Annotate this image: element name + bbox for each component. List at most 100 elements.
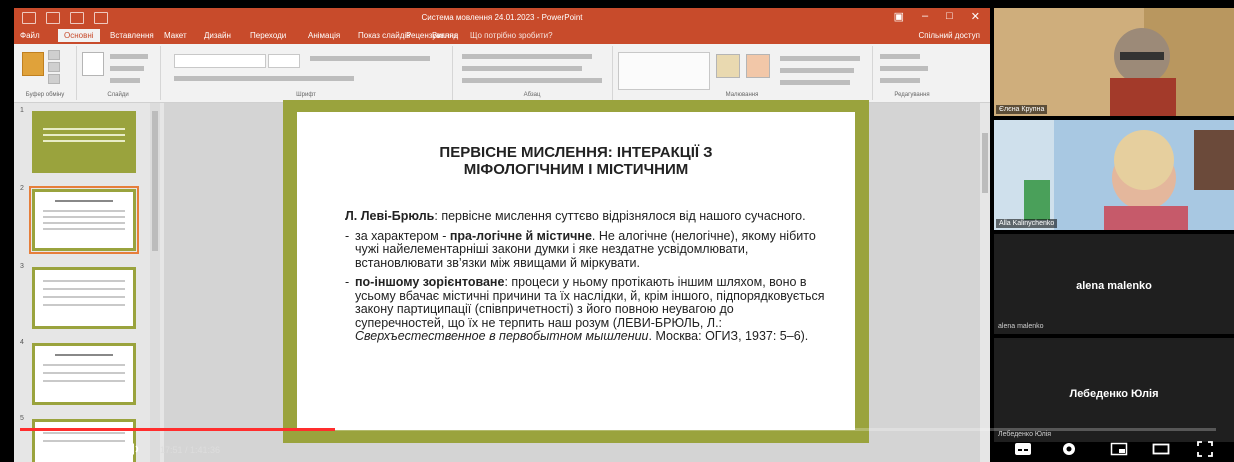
thumbnail-pane: 1 2 3 4 5	[14, 103, 162, 462]
intro-paragraph: Л. Леві-Брюль: первісне мислення суттєво…	[345, 209, 825, 224]
participant-name: alena malenko	[1076, 280, 1152, 292]
miniplayer-icon[interactable]	[1110, 440, 1128, 458]
bullet-prefix: за характером -	[355, 228, 450, 243]
select-button[interactable]	[880, 78, 920, 83]
participant-tile[interactable]: Лебеденко Юлія Лебеденко Юлія	[994, 338, 1234, 442]
close-icon[interactable]: ✕	[971, 10, 980, 23]
slide-body: Л. Леві-Брюль: первісне мислення суттєво…	[345, 209, 825, 347]
title-line: МІФОЛОГІЧНИМ І МІСТИЧНИМ	[463, 161, 689, 178]
group-slides: Слайди	[76, 46, 161, 100]
ribbon: Буфер обміну Слайди Шрифт Абзац Малюванн…	[14, 44, 990, 103]
volume-icon[interactable]	[124, 440, 142, 458]
quick-styles-icon[interactable]	[746, 54, 770, 78]
tab-home[interactable]: Основні	[58, 29, 100, 42]
progress-bar[interactable]	[20, 428, 1216, 431]
title-bar: Cистема мовлення 24.01.2023 - PowerPoint…	[14, 8, 990, 28]
participant-tile[interactable]: Єлєна Крупна	[994, 8, 1234, 116]
scrollbar-handle[interactable]	[982, 133, 988, 193]
shape-outline-menu[interactable]	[780, 68, 854, 73]
current-slide[interactable]: ПЕРВІСНЕ МИСЛЕННЯ: ІНТЕРАКЦІЇ З МІФОЛОГІ…	[283, 100, 869, 443]
tab-insert[interactable]: Вставлення	[110, 31, 154, 40]
shape-effects-menu[interactable]	[780, 80, 850, 85]
font-extra-buttons[interactable]	[310, 56, 430, 61]
thumbnail-line	[43, 216, 125, 218]
section-menu[interactable]	[110, 78, 140, 83]
group-label: Шрифт	[296, 92, 316, 98]
slide-thumbnail[interactable]	[32, 111, 136, 173]
tab-view[interactable]: Вигляд	[432, 31, 458, 40]
participant-tile[interactable]: Alla Kalinychenko	[994, 120, 1234, 230]
tab-design[interactable]: Дизайн	[204, 31, 231, 40]
thumbnail-line	[43, 364, 125, 366]
bullet-bold: по-іншому зорієнтоване	[355, 275, 505, 289]
format-painter-icon[interactable]	[48, 74, 60, 84]
reset-menu[interactable]	[110, 66, 144, 71]
copy-icon[interactable]	[48, 62, 60, 72]
slide-thumbnail[interactable]	[32, 267, 136, 329]
play-icon[interactable]	[34, 440, 52, 458]
subtitles-icon[interactable]	[1014, 440, 1032, 458]
font-size-box[interactable]	[268, 54, 300, 68]
new-slide-icon[interactable]	[82, 52, 104, 76]
find-button[interactable]	[880, 54, 920, 59]
slide-thumbnail[interactable]	[32, 343, 136, 405]
thumbnail-line	[43, 280, 125, 282]
bullet-bold: пра-логічне й містичне	[449, 228, 592, 243]
slide-content: ПЕРВІСНЕ МИСЛЕННЯ: ІНТЕРАКЦІЇ З МІФОЛОГІ…	[297, 112, 855, 430]
thumbnail-line	[55, 200, 113, 202]
intro-text: : первісне мислення суттєво відрізнялося…	[434, 209, 806, 223]
cut-icon[interactable]	[48, 50, 60, 60]
group-editing: Редагування	[872, 46, 952, 100]
ribbon-display-icon[interactable]: ▣	[894, 10, 904, 23]
slide-thumbnail[interactable]	[29, 186, 139, 254]
scrollbar-handle[interactable]	[152, 111, 158, 251]
group-label: Буфер обміну	[25, 92, 65, 98]
minimize-icon[interactable]: –	[922, 10, 928, 23]
next-icon[interactable]	[80, 440, 98, 458]
tab-transitions[interactable]: Переходи	[250, 31, 286, 40]
settings-icon[interactable]	[1060, 440, 1078, 458]
book-title: Сверхъестественное в первобытном мышлени…	[355, 329, 649, 343]
arrange-icon[interactable]	[716, 54, 740, 78]
thumbnail-number: 2	[20, 185, 24, 192]
participant-tile[interactable]: alena malenko alena malenko	[994, 234, 1234, 334]
ribbon-tabs: Файл Основні Вставлення Макет Дизайн Пер…	[14, 28, 990, 44]
shape-fill-menu[interactable]	[780, 56, 860, 61]
progress-played	[20, 428, 335, 431]
tab-layout[interactable]: Макет	[164, 31, 187, 40]
editor-scrollbar[interactable]	[980, 103, 990, 462]
thumbnail-number: 4	[20, 339, 24, 346]
share-button[interactable]: Спільний доступ	[918, 31, 980, 40]
participant-name: Єлєна Крупна	[996, 105, 1048, 114]
tab-slideshow[interactable]: Показ слайдів	[358, 31, 410, 40]
maximize-icon[interactable]: □	[946, 10, 953, 23]
window-controls: ▣ – □ ✕	[894, 10, 980, 23]
player-controls: 17:51 / 1:41:36	[0, 434, 1234, 462]
thumbnail-scrollbar[interactable]	[150, 103, 160, 462]
participant-video	[994, 8, 1234, 116]
tab-file[interactable]: Файл	[20, 31, 40, 40]
tab-animation[interactable]: Анімація	[308, 31, 340, 40]
layout-menu[interactable]	[110, 54, 148, 59]
paste-icon[interactable]	[22, 52, 44, 76]
participant-name: Alla Kalinychenko	[996, 219, 1058, 228]
list-buttons[interactable]	[462, 54, 592, 59]
thumbnail-number: 1	[20, 107, 24, 114]
direction-buttons[interactable]	[462, 66, 582, 71]
fullscreen-icon[interactable]	[1196, 440, 1214, 458]
tell-me-box[interactable]: Що потрібно зробити?	[470, 31, 553, 40]
group-label: Малювання	[725, 92, 759, 98]
replace-button[interactable]	[880, 66, 928, 71]
font-name-box[interactable]	[174, 54, 266, 68]
group-label: Редагування	[894, 92, 930, 98]
shapes-gallery[interactable]	[618, 52, 710, 90]
align-buttons[interactable]	[462, 78, 602, 83]
group-paragraph: Абзац	[452, 46, 613, 100]
theater-mode-icon[interactable]	[1152, 440, 1170, 458]
font-format-buttons[interactable]	[174, 76, 354, 81]
slide-title: ПЕРВІСНЕ МИСЛЕННЯ: ІНТЕРАКЦІЇ З МІФОЛОГІ…	[327, 144, 825, 178]
thumbnail-line	[43, 228, 125, 230]
thumbnail-line	[43, 372, 125, 374]
document-title: Cистема мовлення 24.01.2023 - PowerPoint	[421, 13, 583, 22]
timecode: 17:51 / 1:41:36	[160, 445, 221, 455]
